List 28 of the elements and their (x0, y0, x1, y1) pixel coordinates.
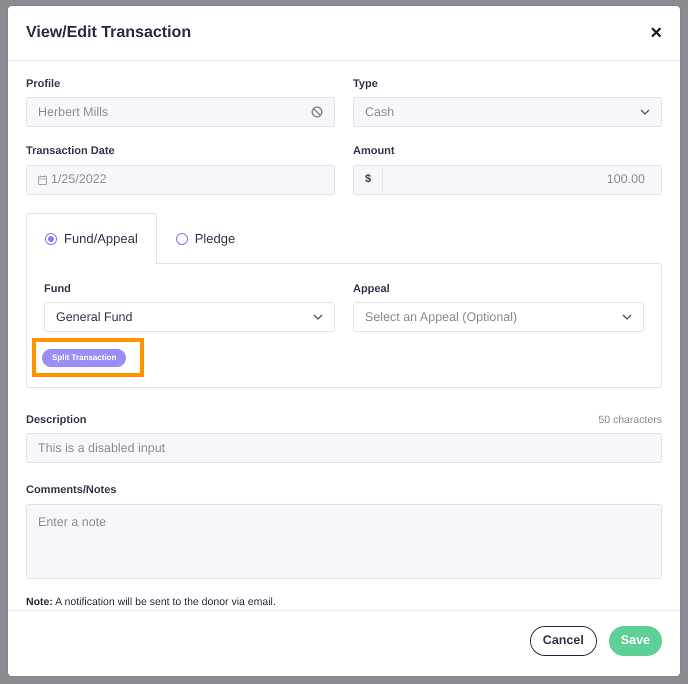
notification-note: Note: A notification will be sent to the donor via email. (26, 594, 277, 610)
character-counter: 50 characters (598, 412, 662, 428)
field-label: Description (26, 412, 87, 428)
save-button[interactable]: Save (608, 626, 662, 656)
tab[interactable]: Pledge (156, 212, 254, 264)
field-label: Appeal (353, 282, 390, 297)
select-field[interactable]: Select an Appeal (Optional) (353, 302, 644, 332)
chevron-down-icon (640, 109, 650, 116)
tab[interactable]: Fund/Appeal (26, 212, 157, 264)
field-label: Fund (44, 282, 71, 297)
chevron-down-icon (313, 314, 323, 320)
field-label: Type (353, 76, 378, 92)
currency-prefix: $ (354, 166, 383, 194)
field-label: Transaction Date (26, 144, 115, 160)
comments-field[interactable]: Enter a note (26, 504, 662, 579)
field-label: Amount (353, 144, 395, 160)
calendar-icon (38, 174, 47, 185)
radio-icon (176, 232, 188, 245)
prohibited-icon (311, 106, 323, 118)
modal-title: View/Edit Transaction (26, 22, 192, 43)
select-field[interactable]: General Fund (44, 302, 335, 332)
cancel-button[interactable]: Cancel (530, 626, 597, 656)
close-button[interactable]: × (648, 22, 664, 43)
chevron-down-icon (622, 314, 632, 320)
split-transaction-button[interactable]: Split Transaction (42, 349, 126, 367)
radio-icon (45, 232, 57, 245)
field-label: Profile (26, 76, 60, 92)
field-label: Comments/Notes (26, 483, 116, 498)
